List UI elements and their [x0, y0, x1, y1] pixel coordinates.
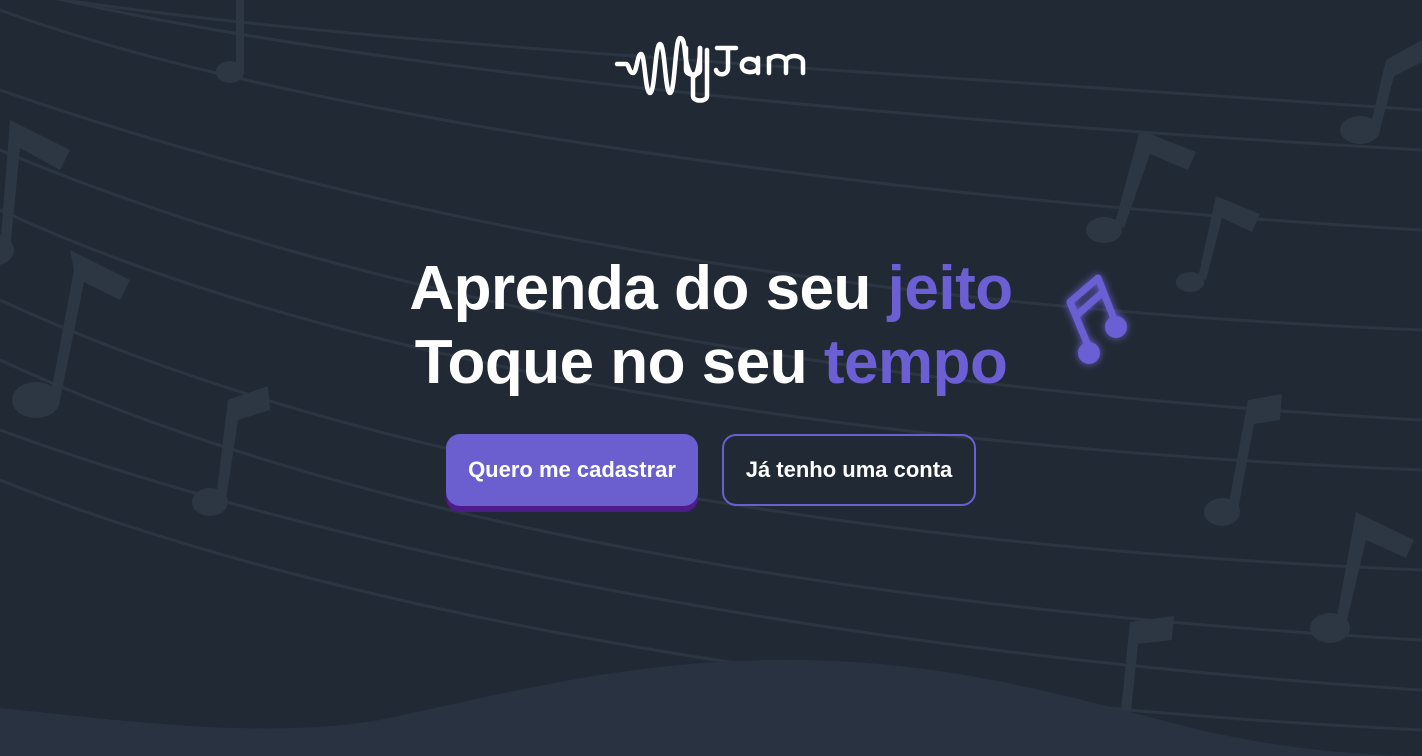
login-button-label: Já tenho uma conta — [745, 457, 953, 482]
music-note-icon — [0, 120, 70, 265]
hero-heading: Aprenda do seu jeito Toque no seu tempo — [0, 252, 1422, 400]
hero-line-1-text: Aprenda do seu — [409, 254, 888, 323]
hero-line-1: Aprenda do seu jeito — [0, 252, 1422, 326]
music-note-icon — [216, 0, 244, 83]
glowing-music-note-icon — [1066, 274, 1127, 364]
music-note-icon — [192, 386, 270, 516]
hero-line-1-accent: jeito — [887, 254, 1013, 323]
music-note-icon — [1340, 40, 1422, 144]
landing-page: Aprenda do seu jeito Toque no seu tempo … — [0, 0, 1422, 756]
hero-line-2-text: Toque no seu — [414, 328, 824, 397]
mylam-logo[interactable] — [614, 26, 810, 106]
music-note-icon — [1086, 130, 1196, 243]
music-note-icon — [1310, 512, 1414, 643]
hero-line-2: Toque no seu tempo — [0, 326, 1422, 400]
login-button[interactable]: Já tenho uma conta — [722, 434, 976, 506]
signup-button[interactable]: Quero me cadastrar — [446, 434, 698, 506]
signup-button-label: Quero me cadastrar — [468, 457, 676, 482]
hero-line-2-accent: tempo — [823, 328, 1008, 397]
